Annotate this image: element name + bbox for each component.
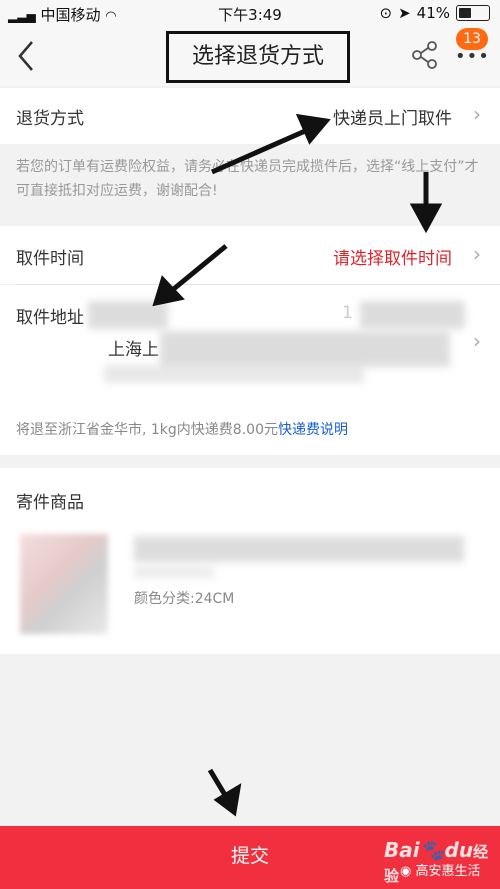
watermark-brand2: du (444, 838, 474, 862)
wechat-icon: ◉ (400, 864, 412, 879)
arrow-to-address (168, 244, 228, 294)
watermark-account: 高安惠生活 (415, 864, 481, 879)
annotation-arrows (152, 113, 443, 817)
arrow-head (295, 113, 331, 145)
arrow-head (152, 275, 185, 307)
account-watermark: ◉ 高安惠生活 (400, 860, 481, 879)
watermark-brand: Bai (384, 838, 420, 862)
arrow-head (409, 203, 443, 234)
arrow-to-return-method (210, 125, 314, 175)
paw-icon: 🐾 (419, 838, 445, 862)
